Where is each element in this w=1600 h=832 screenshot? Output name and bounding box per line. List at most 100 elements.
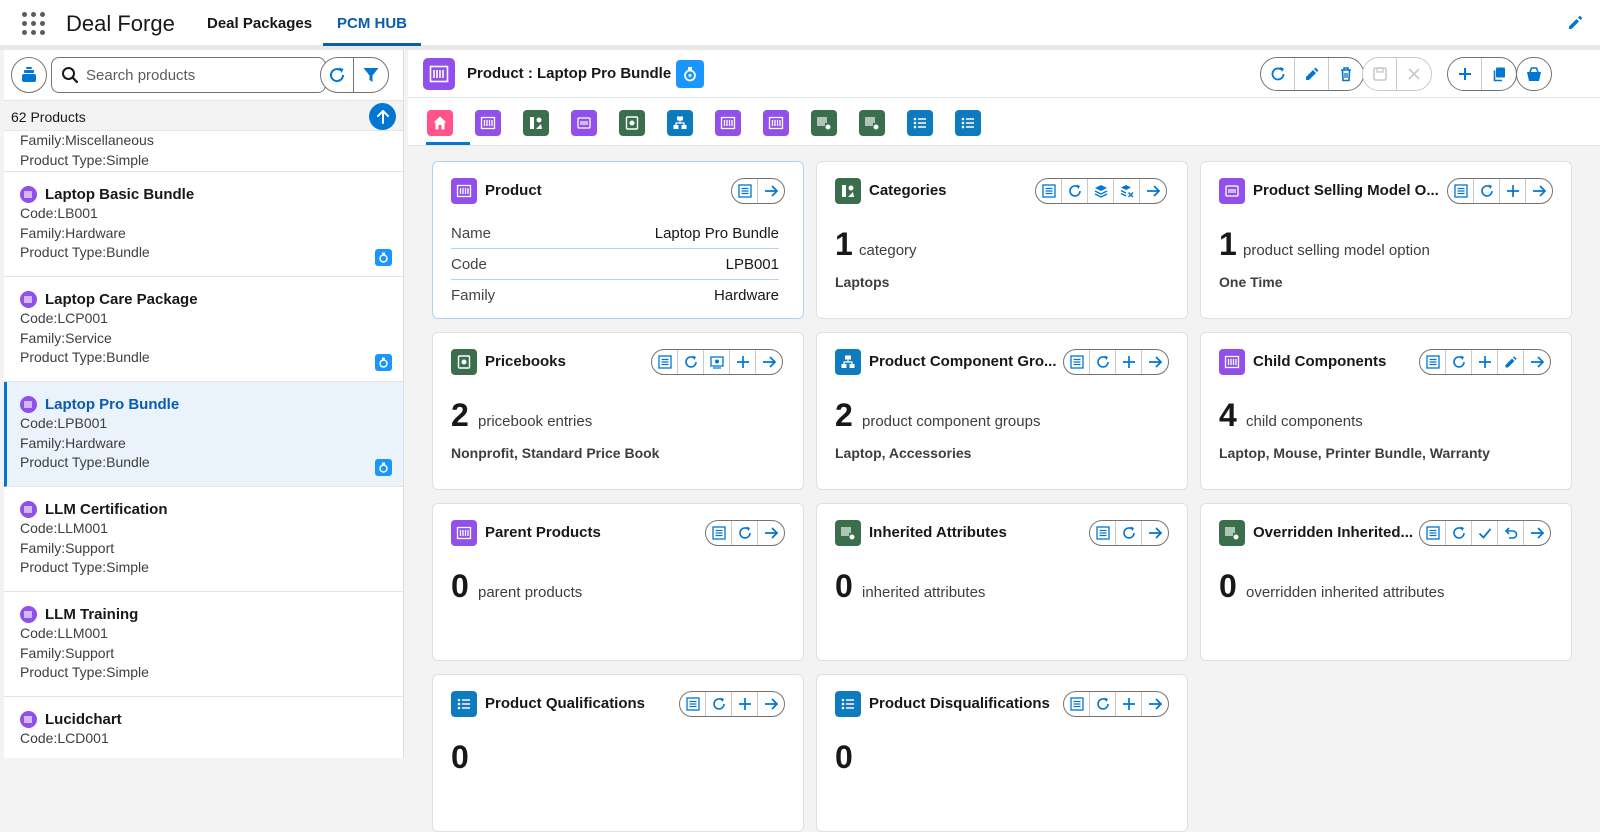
refresh-button[interactable] [1116,521,1142,545]
edit-button[interactable] [1498,350,1524,374]
refresh-list-button[interactable] [320,57,354,93]
app-launcher-icon[interactable] [22,12,46,36]
bundle-button[interactable] [1517,58,1551,90]
view-list-button[interactable] [1036,179,1062,203]
tab-overridden-attributes[interactable] [859,110,885,136]
add-button[interactable] [730,350,756,374]
edit-icon [1505,356,1517,368]
product-name: Laptop Basic Bundle [45,185,195,203]
edit-button[interactable] [1295,58,1329,90]
navigate-button[interactable] [758,179,784,203]
tab-product[interactable] [475,110,501,136]
view-list-button[interactable] [652,350,678,374]
refresh-button[interactable] [1062,179,1088,203]
tab-pricebooks[interactable] [619,110,645,136]
list-item-selected[interactable]: Laptop Pro Bundle Code:LPB001 Family:Har… [4,382,403,487]
tab-home[interactable] [427,110,453,136]
refresh-button[interactable] [1446,350,1472,374]
add-icon [1122,698,1135,710]
navigate-button[interactable] [758,692,784,716]
product-icon [20,500,37,518]
list-item[interactable]: Laptop Basic Bundle Code:LB001 Family:Ha… [4,172,403,277]
list-item[interactable]: Lucidchart Code:LCD001 [4,697,403,758]
remove-category-button[interactable] [1114,179,1140,203]
card-title: Parent Products [485,524,601,541]
navigate-button[interactable] [1142,521,1168,545]
tab-categories[interactable] [523,110,549,136]
layers-icon [1094,185,1107,198]
tab-disqualifications[interactable] [955,110,981,136]
arrow-right-icon [765,527,778,539]
list-item[interactable]: Laptop Care Package Code:LCP001 Family:S… [4,277,403,382]
refresh-button[interactable] [732,521,758,545]
navigate-button[interactable] [756,350,782,374]
tab-child-components[interactable] [715,110,741,136]
view-list-button[interactable] [680,692,706,716]
selling-model-icon [1219,178,1245,204]
navigate-button[interactable] [758,521,784,545]
view-list-button[interactable] [1090,521,1116,545]
product-icon [20,395,37,413]
view-list-button[interactable] [706,521,732,545]
view-list-button[interactable] [1064,692,1090,716]
field-value: Laptop Pro Bundle [654,225,779,242]
product-type: Product Type:Bundle [20,349,150,365]
list-item[interactable]: Family:Miscellaneous Product Type:Simple [4,131,403,172]
list-item[interactable]: LLM Training Code:LLM001 Family:Support … [4,592,403,697]
search-products-field[interactable] [86,58,316,92]
navigate-button[interactable] [1142,692,1168,716]
field-row: Code LPB001 [451,249,779,280]
product-type-button[interactable] [11,57,47,93]
navigate-button[interactable] [1524,521,1550,545]
count-value: 4 [1219,397,1237,433]
tab-component-groups[interactable] [667,110,693,136]
navigate-button[interactable] [1524,350,1550,374]
view-list-button[interactable] [732,179,758,203]
confirm-button[interactable] [1472,521,1498,545]
filter-button[interactable] [353,57,389,93]
add-button[interactable] [1116,350,1142,374]
navigate-button[interactable] [1140,179,1166,203]
tab-deal-packages[interactable]: Deal Packages [193,0,326,46]
add-button[interactable] [1472,350,1498,374]
add-button[interactable] [1116,692,1142,716]
refresh-button[interactable] [1090,350,1116,374]
list-item[interactable]: LLM Certification Code:LLM001 Family:Sup… [4,487,403,592]
view-list-button[interactable] [1420,521,1446,545]
card-actions [1063,349,1169,375]
search-input[interactable] [51,57,326,93]
view-list-button[interactable] [1420,350,1446,374]
view-list-button[interactable] [1448,179,1474,203]
summary-text: Laptop, Mouse, Printer Bundle, Warranty [1219,445,1490,461]
save-button[interactable] [1363,58,1397,90]
view-list-button[interactable] [1064,350,1090,374]
refresh-button[interactable] [1474,179,1500,203]
delete-button[interactable] [1329,58,1363,90]
tab-pcm-hub[interactable]: PCM HUB [323,0,421,46]
undo-button[interactable] [1498,521,1524,545]
add-button[interactable] [732,692,758,716]
list-icon [913,117,926,129]
scroll-to-top-button[interactable] [369,103,396,130]
parent-products-card: Parent Products 0 parent products [432,503,804,661]
refresh-button[interactable] [1261,58,1295,90]
refresh-button[interactable] [706,692,732,716]
navigate-button[interactable] [1142,350,1168,374]
tab-parent-products[interactable] [763,110,789,136]
refresh-button[interactable] [1090,692,1116,716]
navigate-button[interactable] [1526,179,1552,203]
product-code: Code:LLM001 [20,520,108,536]
clone-button[interactable] [1482,58,1516,90]
list-icon [711,526,726,540]
add-button[interactable] [1448,58,1482,90]
edit-nav-icon[interactable] [1566,14,1586,34]
assign-category-button[interactable] [1088,179,1114,203]
tab-selling-model[interactable] [571,110,597,136]
refresh-button[interactable] [1446,521,1472,545]
cancel-button[interactable] [1397,58,1431,90]
price-entry-button[interactable] [704,350,730,374]
tab-qualifications[interactable] [907,110,933,136]
refresh-button[interactable] [678,350,704,374]
add-button[interactable] [1500,179,1526,203]
tab-inherited-attributes[interactable] [811,110,837,136]
